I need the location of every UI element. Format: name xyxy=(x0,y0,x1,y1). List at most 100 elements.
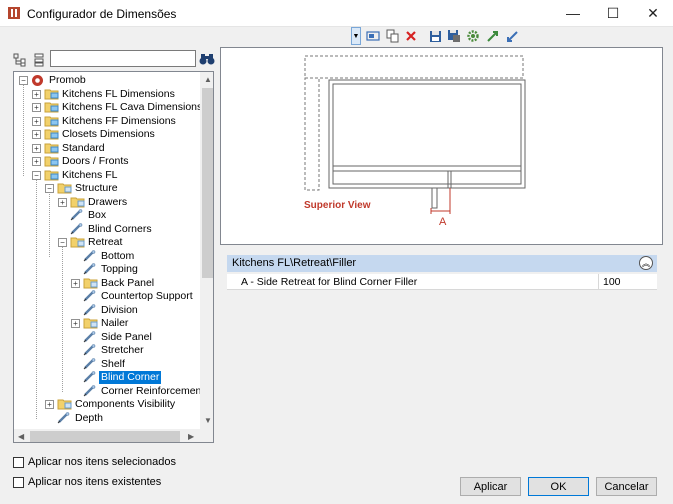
tree-vertical-scrollbar[interactable]: ▲ ▼ xyxy=(200,72,213,429)
tree-item-label: Box xyxy=(88,209,107,221)
tree-item-label: Blind Corner xyxy=(99,371,162,384)
expand-node-icon[interactable]: + xyxy=(71,278,80,288)
save-as-button[interactable] xyxy=(445,28,462,44)
collapse-group-button[interactable]: ︽ xyxy=(639,256,653,270)
tree-guide-line xyxy=(36,178,37,419)
add-attribute-button[interactable] xyxy=(364,28,381,44)
tree-item-label: Countertop Support xyxy=(101,290,193,302)
dimension-preview: Superior View A xyxy=(220,47,663,245)
tree-item-label: Structure xyxy=(75,182,118,194)
expand-node-icon[interactable]: + xyxy=(32,116,41,126)
save-button[interactable] xyxy=(427,28,444,44)
tree-expand-icon xyxy=(13,53,26,67)
apply-selected-checkbox[interactable] xyxy=(13,456,24,468)
copy-icon xyxy=(386,29,398,43)
expand-node-icon[interactable]: + xyxy=(71,319,80,328)
cabinet-drawing xyxy=(304,55,526,214)
tree-item-label: Kitchens FL Dimensions xyxy=(62,87,175,100)
collapse-node-icon[interactable]: − xyxy=(19,76,28,85)
apply-existing-option[interactable]: Aplicar nos itens existentes xyxy=(13,475,161,489)
apply-existing-checkbox[interactable] xyxy=(13,476,24,488)
expand-all-button[interactable] xyxy=(11,52,29,68)
view-label: Superior View xyxy=(304,200,371,211)
delete-button[interactable] xyxy=(402,28,419,44)
apply-selected-label: Aplicar nos itens selecionados xyxy=(28,456,176,468)
apply-button[interactable]: Aplicar xyxy=(460,477,521,496)
tree-item-label: Bottom xyxy=(101,249,135,262)
cancel-button[interactable]: Cancelar xyxy=(596,477,657,496)
apply-existing-label: Aplicar nos itens existentes xyxy=(28,476,162,488)
dimension-item-icon xyxy=(57,411,70,428)
collapse-all-button[interactable] xyxy=(30,52,48,68)
ok-button[interactable]: OK xyxy=(528,477,589,496)
tree-item-label: Depth xyxy=(75,411,104,424)
expand-node-icon[interactable]: + xyxy=(32,143,41,153)
collapse-node-icon[interactable]: − xyxy=(58,238,67,247)
tree-item-label: Topping xyxy=(101,263,138,275)
tree-item-label: Shelf xyxy=(101,357,125,370)
export-icon xyxy=(506,31,518,42)
collapse-node-icon[interactable]: − xyxy=(32,170,41,180)
tree-item-label: Nailer xyxy=(101,317,129,329)
save-as-icon xyxy=(447,30,460,42)
collapse-node-icon[interactable]: − xyxy=(45,184,54,193)
expand-node-icon[interactable]: + xyxy=(32,103,41,112)
expand-node-icon[interactable]: + xyxy=(32,89,41,99)
property-row[interactable]: A - Side Retreat for Blind Corner Filler… xyxy=(227,274,657,290)
property-grid: Kitchens FL\Retreat\Filler ︽ A - Side Re… xyxy=(220,253,663,465)
settings-button[interactable] xyxy=(464,28,481,44)
tree-horizontal-scrollbar[interactable]: ◀ ▶ xyxy=(14,429,200,442)
scroll-down-arrow-icon[interactable]: ▼ xyxy=(204,416,212,425)
promob-logo-icon xyxy=(31,74,44,91)
property-group-title: Kitchens FL\Retreat\Filler xyxy=(232,257,357,269)
tree-item-label: Kitchens FL xyxy=(62,168,118,181)
import-icon xyxy=(486,31,498,42)
tree-item-label: Doors / Fronts xyxy=(62,155,129,167)
binoculars-icon xyxy=(199,53,215,64)
expand-node-icon[interactable]: + xyxy=(58,197,67,207)
find-button[interactable] xyxy=(198,50,216,67)
tree-item-label: Closets Dimensions xyxy=(62,128,155,140)
tree-item-label: Promob xyxy=(49,74,86,86)
double-chevron-up-icon: ︽ xyxy=(642,258,650,268)
close-button[interactable]: ✕ xyxy=(633,0,673,26)
tree-guide-line xyxy=(49,192,50,257)
copy-button[interactable] xyxy=(384,28,401,44)
export-button[interactable] xyxy=(504,28,521,44)
dimension-tree[interactable]: − Promob + Kitchens FL Dimensions + Kitchens … xyxy=(13,71,214,443)
apply-selected-option[interactable]: Aplicar nos itens selecionados xyxy=(13,455,176,469)
scroll-corner xyxy=(200,429,213,442)
tree-item-label: Division xyxy=(101,303,138,316)
tree-item-label: Blind Corners xyxy=(88,222,152,235)
tree-collapse-icon xyxy=(34,53,44,67)
import-button[interactable] xyxy=(484,28,501,44)
scroll-left-arrow-icon[interactable]: ◀ xyxy=(18,432,24,441)
tree-item-label: Retreat xyxy=(88,236,123,248)
toolbar-dropdown[interactable]: ▼ xyxy=(351,27,361,45)
tree-item-label: Standard xyxy=(62,141,105,154)
maximize-button[interactable]: ☐ xyxy=(593,0,633,26)
tree-horizontal-scroll-thumb[interactable] xyxy=(30,431,180,442)
tree-guide-line xyxy=(62,246,63,392)
app-icon xyxy=(8,7,20,19)
delete-icon xyxy=(405,31,416,41)
expand-node-icon[interactable]: + xyxy=(32,130,41,139)
tree-item-label: Kitchens FL Cava Dimensions xyxy=(62,101,203,113)
property-divider xyxy=(598,274,599,290)
scroll-right-arrow-icon[interactable]: ▶ xyxy=(188,432,194,441)
tree-item-label: Stretcher xyxy=(101,344,144,356)
settings-icon xyxy=(466,30,479,42)
tree-vertical-scroll-thumb[interactable] xyxy=(202,88,213,278)
tree-item-label: Components Visibility xyxy=(75,398,176,410)
expand-node-icon[interactable]: + xyxy=(32,157,41,166)
minimize-button[interactable]: — xyxy=(553,0,593,26)
tree-item-label: Kitchens FF Dimensions xyxy=(62,114,176,127)
search-input[interactable] xyxy=(50,50,196,67)
property-value-field[interactable]: 100 xyxy=(603,276,621,288)
window-title: Configurador de Dimensões xyxy=(27,7,177,21)
save-icon xyxy=(430,30,441,42)
scroll-up-arrow-icon[interactable]: ▲ xyxy=(204,75,212,84)
expand-node-icon[interactable]: + xyxy=(45,400,54,409)
title-bar: Configurador de Dimensões — ☐ ✕ xyxy=(0,0,673,27)
property-group-header[interactable]: Kitchens FL\Retreat\Filler ︽ xyxy=(227,255,657,272)
